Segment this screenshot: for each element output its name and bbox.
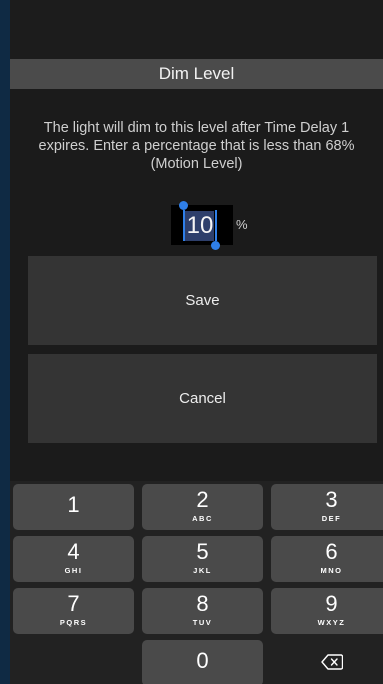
key-9-digit: 9: [325, 591, 338, 616]
numeric-keypad: 1 2 ABC 3 DEF 4 GHI 5 JKL 6 MNO 7 PQRS 8…: [10, 481, 383, 684]
selection-end-handle-bar[interactable]: [215, 210, 217, 241]
key-4-digit: 4: [67, 539, 80, 564]
delete-key[interactable]: [271, 640, 383, 684]
key-3[interactable]: 3 DEF: [271, 484, 383, 530]
key-8-digit: 8: [196, 591, 209, 616]
key-7[interactable]: 7 PQRS: [13, 588, 134, 634]
key-4[interactable]: 4 GHI: [13, 536, 134, 582]
key-1[interactable]: 1: [13, 484, 134, 530]
key-1-digit: 1: [67, 492, 80, 517]
key-9-letters: WXYZ: [317, 618, 346, 627]
key-6[interactable]: 6 MNO: [271, 536, 383, 582]
key-5-letters: JKL: [193, 566, 212, 575]
key-7-digit: 7: [67, 591, 80, 616]
key-5[interactable]: 5 JKL: [142, 536, 263, 582]
key-2-digit: 2: [196, 487, 209, 512]
selection-start-handle-bar[interactable]: [183, 210, 185, 241]
key-blank: [13, 640, 134, 684]
selection-end-handle[interactable]: [211, 241, 220, 250]
percentage-input-value: 10: [186, 212, 214, 239]
backspace-icon: [321, 654, 343, 670]
key-6-digit: 6: [325, 539, 338, 564]
key-7-letters: PQRS: [59, 618, 88, 627]
cancel-button[interactable]: Cancel: [28, 354, 377, 443]
key-3-letters: DEF: [321, 514, 342, 523]
key-8-letters: TUV: [192, 618, 213, 627]
dialog-description: The light will dim to this level after T…: [38, 120, 355, 172]
save-button[interactable]: Save: [28, 256, 377, 345]
key-0-digit: 0: [196, 648, 209, 673]
key-6-letters: MNO: [320, 566, 343, 575]
dialog-title: Dim Level: [10, 59, 383, 89]
key-8[interactable]: 8 TUV: [142, 588, 263, 634]
key-2[interactable]: 2 ABC: [142, 484, 263, 530]
key-9[interactable]: 9 WXYZ: [271, 588, 383, 634]
percent-unit-label: %: [236, 217, 248, 232]
top-bar: [10, 0, 383, 59]
app-screen: Dim Level The light will dim to this lev…: [10, 0, 383, 684]
key-0[interactable]: 0: [142, 640, 263, 684]
percentage-input[interactable]: 10: [171, 201, 233, 250]
selection-start-handle[interactable]: [179, 201, 188, 210]
key-3-digit: 3: [325, 487, 338, 512]
device-frame: Dim Level The light will dim to this lev…: [0, 0, 383, 684]
key-5-digit: 5: [196, 539, 209, 564]
key-2-letters: ABC: [192, 514, 213, 523]
key-4-letters: GHI: [64, 566, 83, 575]
value-row: 10 %: [10, 201, 383, 250]
